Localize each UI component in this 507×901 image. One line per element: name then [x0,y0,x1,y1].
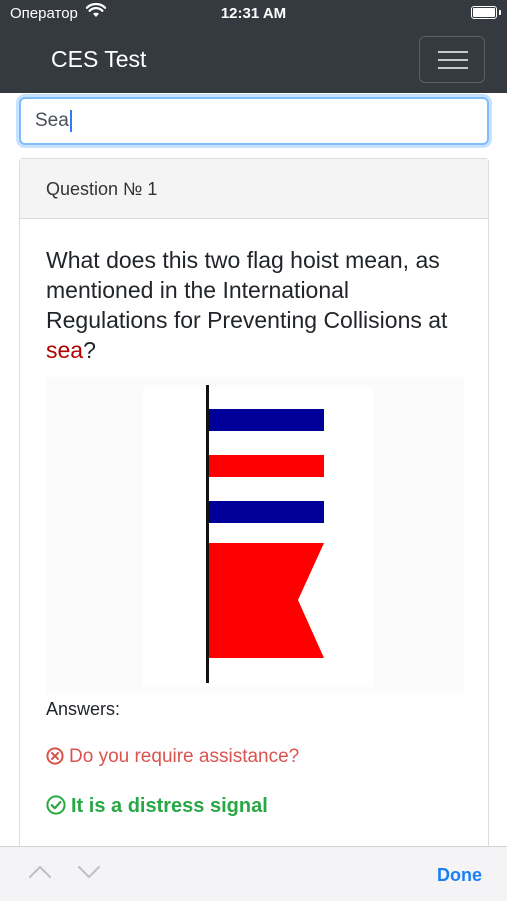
hamburger-icon [438,51,468,53]
answer-text: Do you require assistance? [69,746,300,767]
flag-stripe-blue-bottom [209,501,324,523]
answer-text: It is a distress signal [71,795,268,817]
navbar: CES Test [0,27,507,93]
chevron-down-icon[interactable] [77,864,101,885]
search-highlight: sea [46,337,84,363]
menu-toggle-button[interactable] [419,36,485,83]
flag-halyard [206,385,209,683]
answer-wrong[interactable]: Do you require assistance? [46,746,299,768]
question-card-header: Question № 1 [20,159,488,219]
x-circle-icon [46,747,64,765]
done-button[interactable]: Done [437,865,482,886]
flag-stripe-red [209,455,324,477]
status-time: 12:31 AM [220,5,287,22]
keyboard-accessory-bar: Done [0,846,507,901]
search-input[interactable]: Sea [19,97,489,145]
flag-stripe-blue-top [209,409,324,431]
flag-hoist-image [46,377,464,693]
question-text: What does this two flag hoist mean, as m… [46,247,448,363]
navbar-brand[interactable]: CES Test [51,46,146,73]
answer-correct[interactable]: It is a distress signal [46,795,268,818]
answers-label: Answers: [46,699,121,719]
question-card: Question № 1 What does this two flag hoi… [19,158,489,858]
search-input-value: Sea [35,110,69,131]
text-caret [69,109,72,132]
chevron-up-icon[interactable] [28,864,52,885]
check-circle-icon [46,795,66,815]
battery-icon [471,6,501,19]
status-bar: Оператор 12:31 AM [0,0,507,27]
